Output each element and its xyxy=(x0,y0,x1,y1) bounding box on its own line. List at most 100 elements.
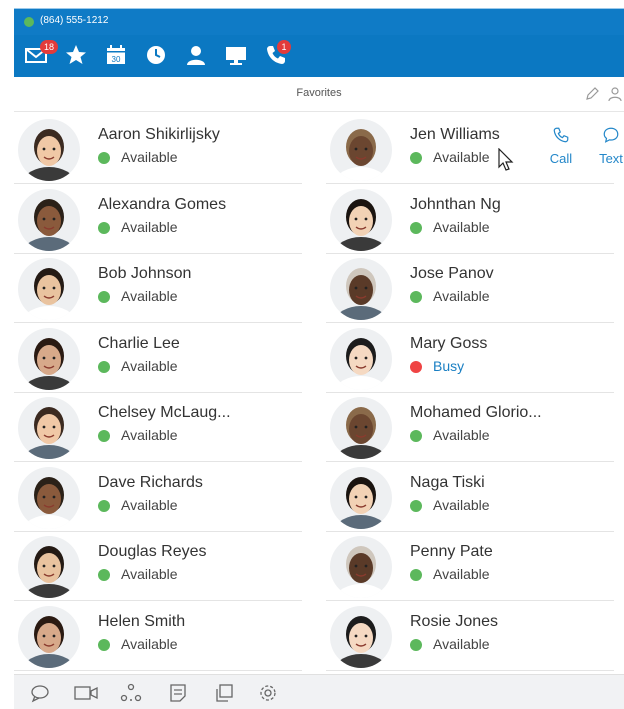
status-dot xyxy=(410,430,422,442)
status-text: Available xyxy=(121,635,178,652)
status-dot xyxy=(410,360,422,373)
status-dot xyxy=(410,152,422,164)
monitor-icon xyxy=(226,47,246,65)
notes-icon[interactable] xyxy=(168,683,188,708)
avatar xyxy=(18,327,80,390)
contact-item[interactable]: Alexandra Gomes Available xyxy=(14,186,302,254)
contact-name: Dave Richards xyxy=(98,473,203,491)
add-contact-icon[interactable] xyxy=(608,86,624,107)
contact-item[interactable]: Charlie Lee Available xyxy=(14,325,302,393)
copy-icon[interactable] xyxy=(214,683,234,708)
avatar xyxy=(330,536,392,598)
nav-mail[interactable]: 18 xyxy=(24,40,59,69)
contact-name: Aaron Shikirlijsky xyxy=(98,126,220,143)
status-text: Available xyxy=(433,635,490,652)
contact-item[interactable]: Bob Johnson Available xyxy=(14,255,302,323)
bottom-toolbar xyxy=(14,674,624,709)
status-text: Available xyxy=(433,427,490,443)
avatar xyxy=(18,188,80,251)
contact-item[interactable]: Johnthan Ng Available xyxy=(326,186,614,254)
contact-item[interactable]: Rosie Jones Available xyxy=(326,603,614,671)
avatar xyxy=(18,397,80,459)
status-dot xyxy=(410,569,422,581)
status-text: Available xyxy=(121,288,178,304)
status-text: Available xyxy=(121,149,178,165)
status-dot xyxy=(98,152,110,164)
mouse-cursor-icon xyxy=(498,148,514,171)
contact-name: Bob Johnson xyxy=(98,265,192,282)
calls-badge: 1 xyxy=(277,40,291,54)
calendar-icon: 30 xyxy=(107,45,125,64)
contact-item[interactable]: Dave Richards Available xyxy=(14,464,302,532)
status-text: Available xyxy=(121,496,178,513)
status-text: Available xyxy=(433,496,490,513)
status-dot xyxy=(410,291,422,303)
contact-item[interactable]: Naga Tiski Available xyxy=(326,464,614,532)
contact-name: Mohamed Glorio... xyxy=(410,404,542,421)
text-button[interactable]: Text xyxy=(591,126,624,166)
nav-favorites[interactable] xyxy=(64,43,90,69)
avatar xyxy=(330,466,392,529)
nav-contacts[interactable] xyxy=(184,43,210,69)
contact-name: Jose Panov xyxy=(410,265,494,282)
status-text: Available xyxy=(433,566,490,582)
avatar xyxy=(330,258,392,320)
avatar xyxy=(18,536,80,598)
person-icon xyxy=(187,46,205,65)
contact-item[interactable]: Jose Panov Available xyxy=(326,255,614,323)
mail-badge: 18 xyxy=(40,40,59,54)
contact-name: Douglas Reyes xyxy=(98,543,207,560)
contact-item[interactable]: Aaron Shikirlijsky Available xyxy=(14,116,302,184)
phone-number: (864) 555-1212 xyxy=(40,15,109,26)
contact-name: Penny Pate xyxy=(410,543,493,560)
status-dot xyxy=(98,291,110,303)
nav-calls[interactable]: 1 xyxy=(264,40,291,69)
chat-bubble-icon xyxy=(603,127,619,143)
status-dot xyxy=(98,360,110,373)
call-label: Call xyxy=(549,151,573,166)
status-dot xyxy=(98,638,110,651)
status-dot xyxy=(98,569,110,581)
avatar xyxy=(330,119,392,181)
video-icon[interactable] xyxy=(74,683,98,708)
status-text: Available xyxy=(433,218,490,235)
contact-item[interactable]: Chelsey McLaug... Available xyxy=(14,394,302,462)
status-text: Busy xyxy=(433,357,465,374)
call-button[interactable]: Call xyxy=(541,126,581,166)
contact-name: Alexandra Gomes xyxy=(98,195,227,213)
status-dot xyxy=(410,221,422,234)
avatar xyxy=(330,188,392,251)
nav-calendar[interactable]: 30 xyxy=(104,43,130,69)
main-nav: 18 30 1 xyxy=(14,35,624,77)
chat-icon[interactable] xyxy=(30,683,50,708)
presence-indicator[interactable] xyxy=(24,17,34,27)
edit-icon[interactable] xyxy=(584,86,600,107)
contact-item[interactable]: Douglas Reyes Available xyxy=(14,533,302,601)
contact-item[interactable]: Mohamed Glorio... Available xyxy=(326,394,614,462)
status-text: Available xyxy=(121,218,178,235)
contact-item[interactable]: Helen Smith Available xyxy=(14,603,302,671)
status-dot xyxy=(98,499,110,512)
avatar xyxy=(18,119,80,181)
avatar xyxy=(330,605,392,668)
clock-icon xyxy=(147,46,165,64)
status-text: Available xyxy=(433,288,490,304)
settings-icon[interactable] xyxy=(258,683,278,708)
contact-name: Charlie Lee xyxy=(98,334,180,352)
contact-item[interactable]: Mary Goss Busy xyxy=(326,325,614,393)
contact-name: Naga Tiski xyxy=(410,473,485,491)
contact-item[interactable]: Penny Pate Available xyxy=(326,533,614,601)
avatar xyxy=(18,466,80,529)
status-text: Available xyxy=(121,427,178,443)
status-dot xyxy=(410,499,422,512)
contact-name: Jen Williams xyxy=(410,126,500,143)
avatar xyxy=(18,605,80,668)
contact-name: Mary Goss xyxy=(410,334,488,352)
avatar xyxy=(330,397,392,459)
calendar-day: 30 xyxy=(112,55,121,64)
conference-icon[interactable] xyxy=(120,683,142,708)
status-dot xyxy=(98,221,110,234)
nav-history[interactable] xyxy=(144,43,170,69)
status-bar: (864) 555-1212 xyxy=(14,8,624,36)
nav-screenshare[interactable] xyxy=(224,43,250,69)
